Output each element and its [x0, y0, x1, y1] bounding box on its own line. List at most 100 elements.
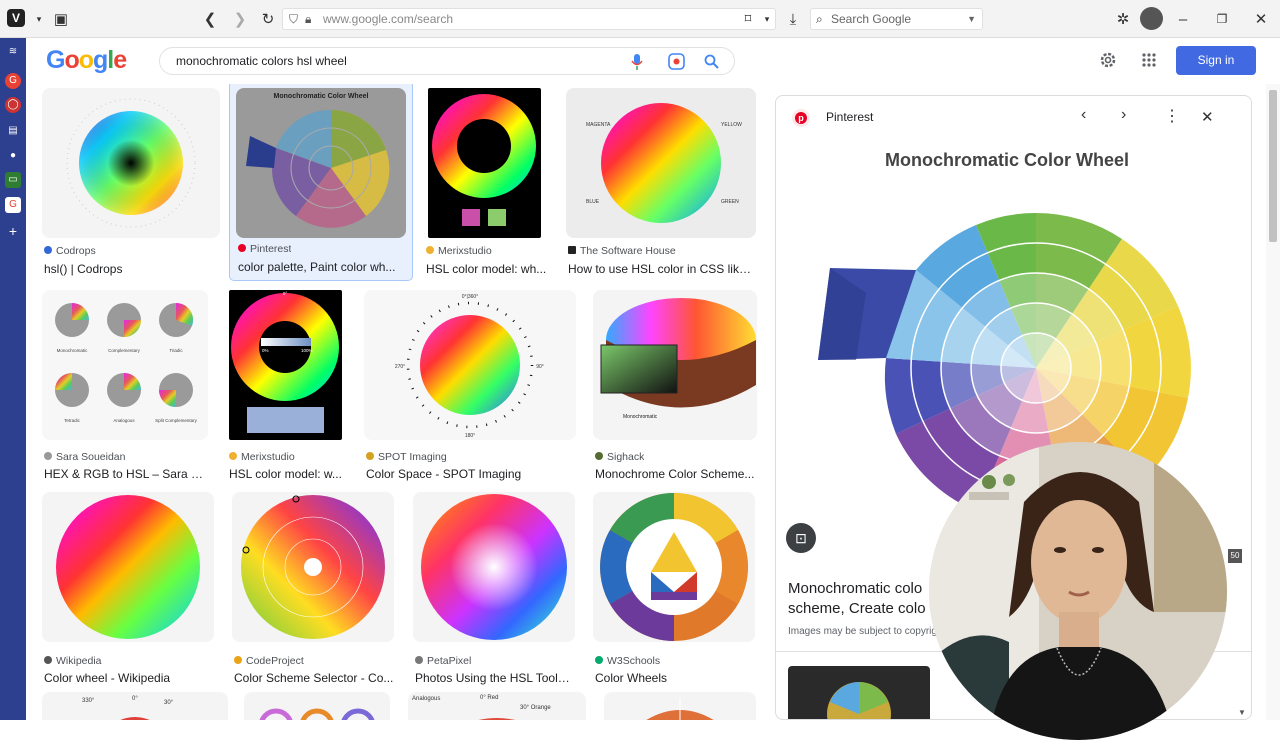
- w3schools-favicon-icon: [595, 656, 603, 664]
- visual-search-icon[interactable]: ⊡: [786, 523, 816, 553]
- download-icon[interactable]: ⤓: [782, 8, 804, 30]
- mic-icon[interactable]: [630, 54, 644, 70]
- panel-stack-icon[interactable]: ≋: [5, 44, 21, 60]
- settings-gear-icon[interactable]: [1099, 51, 1117, 69]
- result-thumbnail[interactable]: [232, 492, 394, 642]
- google-logo[interactable]: Google: [46, 46, 127, 75]
- result-source: The Software House: [568, 245, 676, 257]
- result-card[interactable]: [244, 692, 392, 720]
- close-preview-icon[interactable]: ✕: [1201, 108, 1214, 126]
- preview-title-line2[interactable]: scheme, Create colo: [788, 600, 926, 617]
- result-caption[interactable]: HSL color model: w...: [229, 467, 351, 481]
- result-card[interactable]: 0° 100% 0% Merixstudio HSL color model: …: [229, 290, 354, 481]
- result-card-selected[interactable]: Monochromatic Color Wheel Pinterest colo…: [229, 84, 413, 281]
- result-caption[interactable]: HEX & RGB to HSL – Sara S...: [44, 467, 208, 481]
- result-thumbnail[interactable]: [428, 88, 541, 238]
- result-thumbnail[interactable]: Monochromatic: [593, 290, 757, 440]
- forward-icon[interactable]: ❯: [229, 8, 251, 30]
- browser-search-field[interactable]: ⌕ Search Google ▼: [810, 8, 983, 30]
- result-caption[interactable]: Monochrome Color Scheme...: [595, 467, 755, 481]
- result-caption[interactable]: color palette, Paint color wh...: [238, 260, 408, 274]
- preview-scroll-down-icon[interactable]: ▼: [1238, 708, 1246, 717]
- result-card[interactable]: Merixstudio HSL color model: wh...: [426, 88, 561, 278]
- browser-toolbar: V ▾ ▣ ❮ ❯ ↻ ⛉ 🔒︎ www.google.com/search ⌑…: [0, 0, 1280, 38]
- result-thumbnail[interactable]: 330° 0° 30°: [42, 692, 228, 720]
- back-icon[interactable]: ❮: [199, 8, 221, 30]
- result-card[interactable]: W3Schools Color Wheels: [593, 492, 758, 685]
- result-source: CodeProject: [234, 655, 304, 667]
- address-bar[interactable]: ⛉ 🔒︎ www.google.com/search: [282, 8, 776, 30]
- panel-google-icon[interactable]: G: [5, 73, 21, 89]
- result-thumbnail[interactable]: [42, 492, 214, 642]
- result-caption[interactable]: Color Wheels: [595, 671, 755, 685]
- bookmark-dropdown-icon[interactable]: ▾: [756, 8, 778, 30]
- preview-title-line1[interactable]: Monochromatic colo: [788, 580, 922, 597]
- search-submit-icon[interactable]: [704, 54, 719, 69]
- more-options-icon[interactable]: ⋮: [1164, 106, 1180, 126]
- panel-green-icon[interactable]: ▭: [5, 172, 21, 188]
- result-card[interactable]: 0°|360° 90° 180° 270° SPOT Imaging Color…: [364, 290, 579, 481]
- result-caption[interactable]: Color Scheme Selector - Co...: [234, 671, 394, 685]
- thumb-label: 90°: [536, 364, 544, 370]
- panel-circle-icon[interactable]: ◯: [5, 97, 21, 113]
- next-image-icon[interactable]: ›: [1121, 106, 1126, 124]
- result-card[interactable]: MAGENTA YELLOW BLUE GREEN The Software H…: [566, 88, 756, 278]
- result-thumbnail[interactable]: Analogous 0° Red 30° Orange: [408, 692, 586, 720]
- result-card[interactable]: [604, 692, 758, 720]
- result-card[interactable]: CodeProject Color Scheme Selector - Co..…: [232, 492, 397, 685]
- result-card[interactable]: Wikipedia Color wheel - Wikipedia: [42, 492, 217, 685]
- search-input[interactable]: monochromatic colors hsl wheel: [159, 47, 735, 75]
- tsh-favicon-icon: [568, 246, 576, 254]
- restore-icon[interactable]: ❐: [1211, 8, 1233, 30]
- result-card[interactable]: PetaPixel Photos Using the HSL Tool i...: [413, 492, 578, 685]
- result-caption[interactable]: Photos Using the HSL Tool i...: [415, 671, 573, 685]
- menu-caret-icon[interactable]: ▾: [28, 8, 50, 30]
- prev-image-icon[interactable]: ‹: [1081, 106, 1086, 124]
- page-scrollbar-thumb[interactable]: [1269, 90, 1277, 242]
- result-card[interactable]: 330° 0° 30°: [42, 692, 228, 720]
- result-thumbnail[interactable]: MAGENTA YELLOW BLUE GREEN: [566, 88, 756, 238]
- result-thumbnail[interactable]: [244, 692, 390, 720]
- result-card[interactable]: Codrops hsl() | Codrops: [42, 88, 220, 278]
- result-card[interactable]: Monochromatic Sighack Monochrome Color S…: [593, 290, 758, 481]
- browser-side-panel: ≋ G ◯ ▤ ● ▭ G +: [0, 38, 26, 720]
- result-caption[interactable]: HSL color model: wh...: [426, 262, 556, 276]
- panel-add-icon[interactable]: +: [5, 223, 21, 239]
- result-thumbnail[interactable]: [413, 492, 575, 642]
- preview-source[interactable]: Pinterest: [826, 110, 873, 124]
- thumb-label: 0°: [132, 696, 138, 702]
- result-source: Sighack: [595, 451, 644, 463]
- result-thumbnail[interactable]: [604, 692, 756, 720]
- result-caption[interactable]: How to use HSL color in CSS like ...: [568, 262, 754, 276]
- result-thumbnail[interactable]: Monochromatic Color Wheel: [236, 88, 406, 238]
- sign-in-button[interactable]: Sign in: [1176, 46, 1256, 75]
- extensions-icon[interactable]: ✲: [1112, 8, 1134, 30]
- result-caption[interactable]: hsl() | Codrops: [44, 262, 220, 276]
- panel-toggle-icon[interactable]: ▣: [50, 8, 72, 30]
- result-caption[interactable]: Color Space - SPOT Imaging: [366, 467, 576, 481]
- reload-icon[interactable]: ↻: [257, 8, 279, 30]
- panel-github-icon[interactable]: ●: [5, 148, 21, 164]
- panel-doc-icon[interactable]: ▤: [5, 123, 21, 139]
- thumb-label: Monochromatic: [57, 348, 89, 353]
- result-card[interactable]: Monochromatic Complementary Triadic Tetr…: [42, 290, 210, 481]
- thumb-label: 0%: [262, 348, 269, 353]
- result-caption[interactable]: Color wheel - Wikipedia: [44, 671, 216, 685]
- thumb-label: BLUE: [586, 199, 600, 205]
- lens-icon[interactable]: [668, 53, 685, 70]
- related-image-thumbnail[interactable]: [788, 666, 930, 719]
- vivaldi-menu-icon[interactable]: V: [7, 9, 25, 27]
- panel-google-active-icon[interactable]: G: [5, 197, 21, 213]
- apps-grid-icon[interactable]: [1142, 53, 1156, 67]
- result-thumbnail[interactable]: [593, 492, 755, 642]
- result-thumbnail[interactable]: 0°|360° 90° 180° 270°: [364, 290, 576, 440]
- minimize-icon[interactable]: –: [1172, 8, 1194, 30]
- result-card[interactable]: Analogous 0° Red 30° Orange: [408, 692, 588, 720]
- close-window-icon[interactable]: ✕: [1250, 8, 1272, 30]
- profile-avatar[interactable]: [1140, 7, 1163, 30]
- search-engine-dropdown-icon[interactable]: ▼: [967, 9, 976, 29]
- page-scrollbar[interactable]: [1266, 84, 1280, 720]
- result-thumbnail[interactable]: [42, 88, 220, 238]
- result-thumbnail[interactable]: Monochromatic Complementary Triadic Tetr…: [42, 290, 208, 440]
- result-thumbnail[interactable]: 0° 100% 0%: [229, 290, 342, 440]
